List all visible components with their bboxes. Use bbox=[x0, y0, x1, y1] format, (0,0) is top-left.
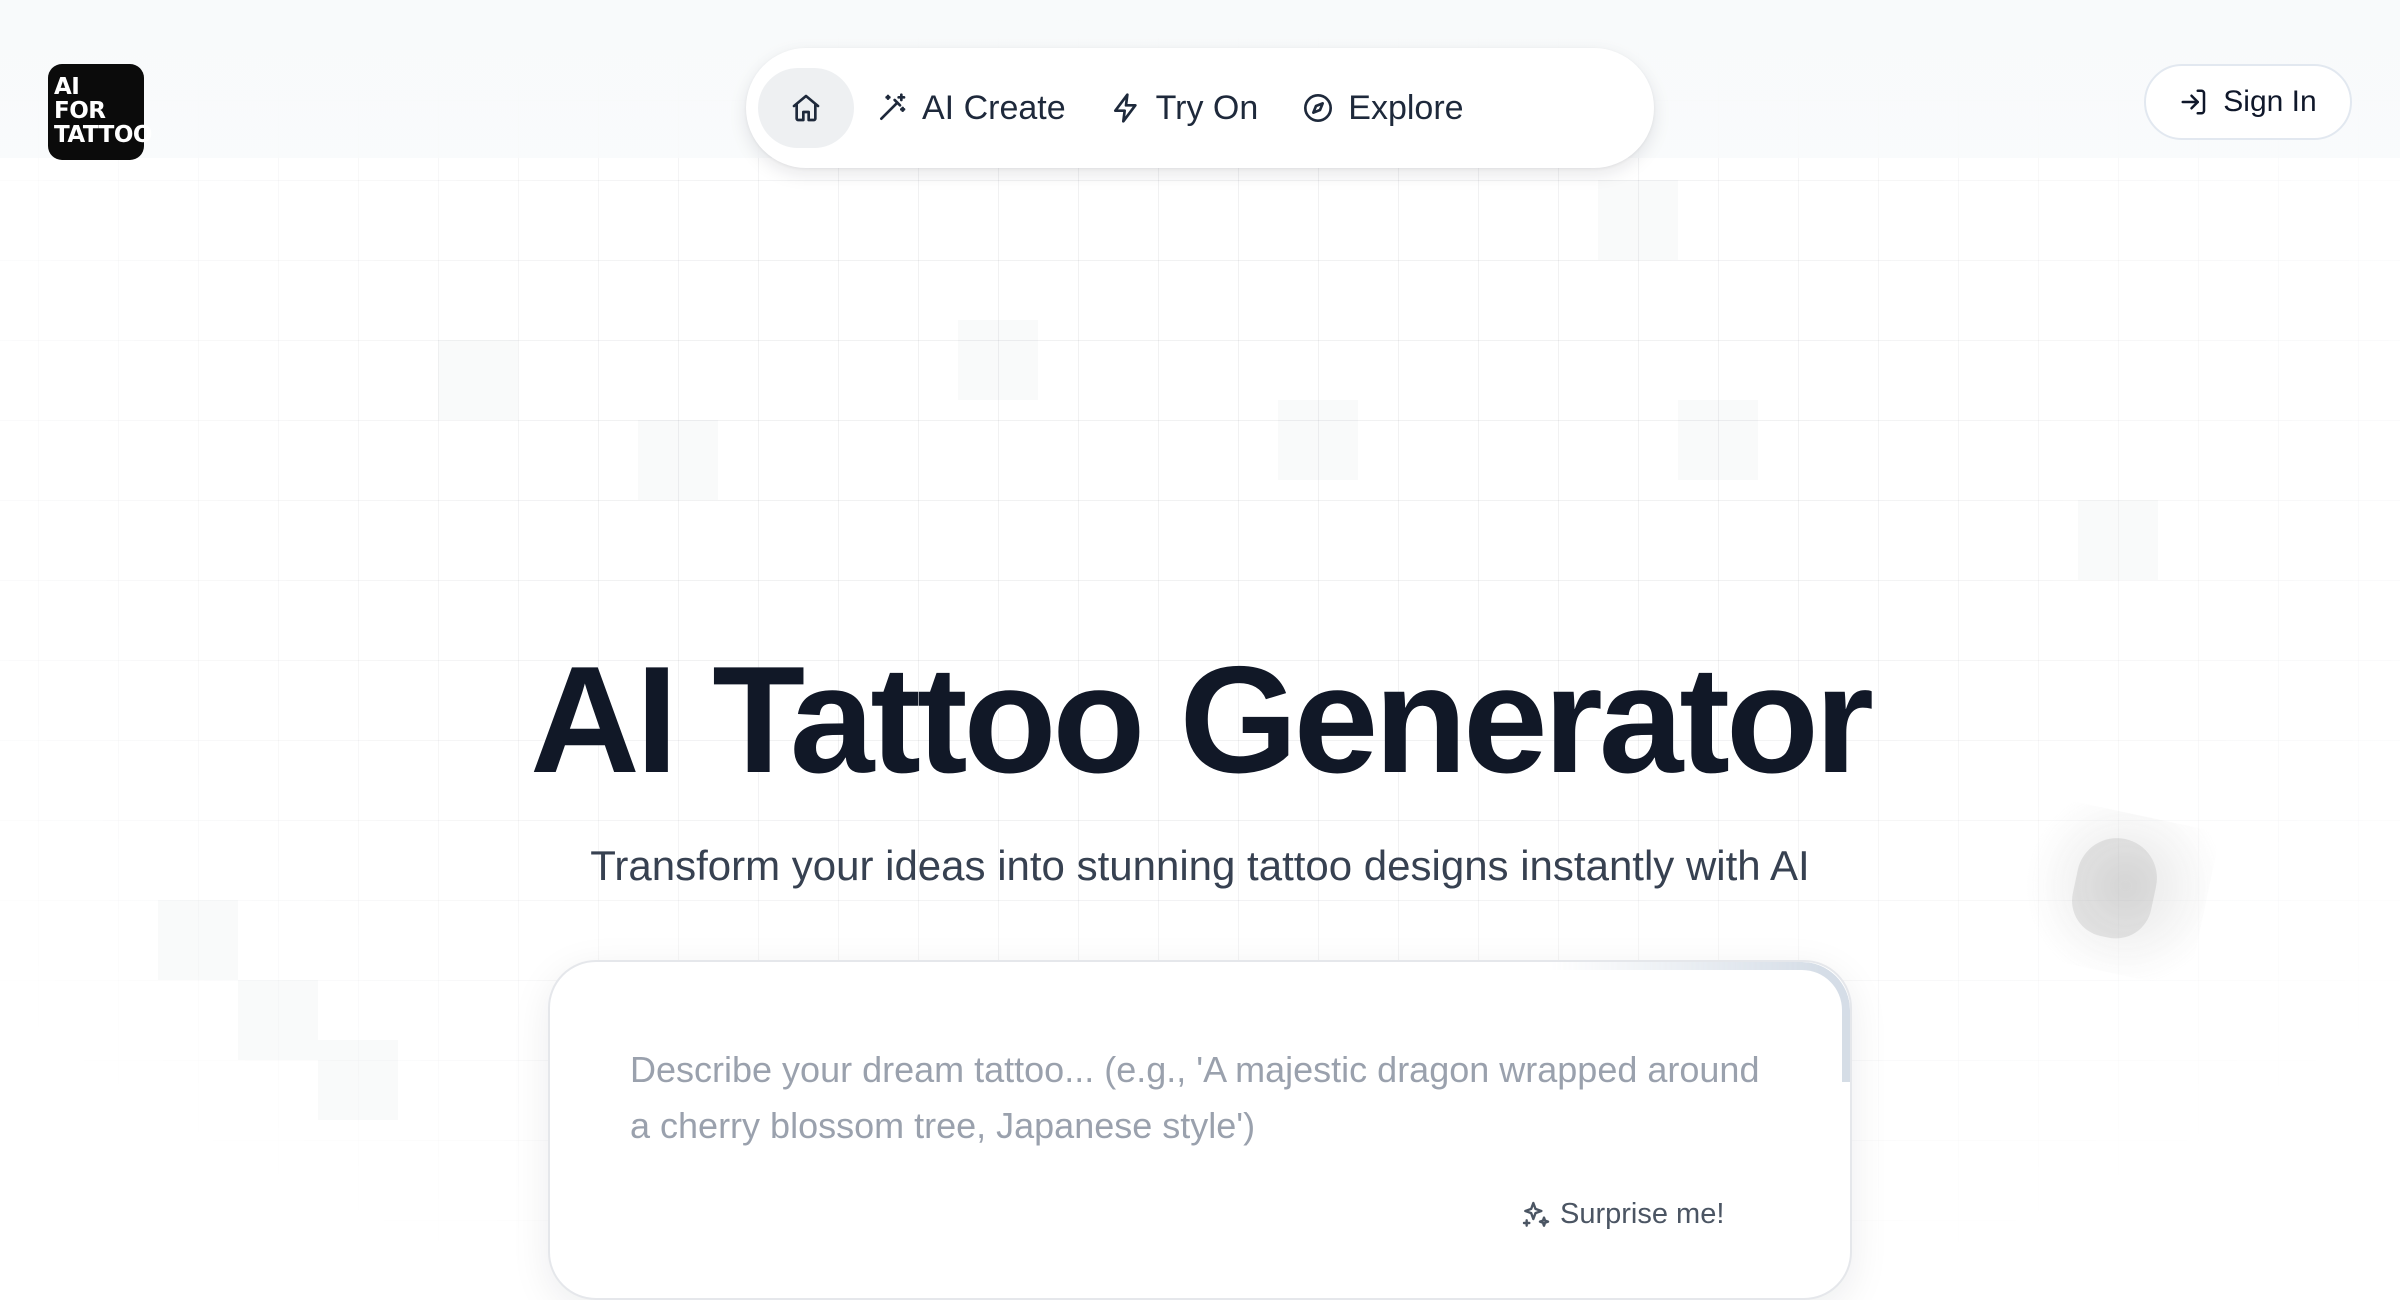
nav-item-explore[interactable]: Explore bbox=[1280, 68, 1485, 148]
logo-line-3: TATTOO bbox=[54, 122, 152, 148]
grid-tile bbox=[2078, 500, 2158, 580]
lightning-icon bbox=[1113, 93, 1137, 123]
magic-wand-icon bbox=[880, 93, 906, 120]
tattoo-description-input[interactable] bbox=[630, 1042, 1770, 1172]
page-title: AI Tattoo Generator bbox=[530, 635, 1874, 805]
grid-tile bbox=[958, 320, 1038, 400]
main-nav: AI Create Try On Explore bbox=[746, 48, 1654, 168]
grid-tile bbox=[1678, 400, 1758, 480]
compass-icon bbox=[1304, 94, 1333, 122]
grid-tile bbox=[1598, 180, 1678, 260]
grid-tile bbox=[318, 1040, 398, 1120]
grid-tile bbox=[638, 420, 718, 500]
page-subtitle: Transform your ideas into stunning tatto… bbox=[590, 842, 1810, 889]
nav-item-label: AI Create bbox=[922, 88, 1066, 127]
grid-tile bbox=[1278, 400, 1358, 480]
site-logo[interactable]: AI FOR TATTOO bbox=[48, 64, 152, 160]
prompt-card bbox=[548, 960, 1852, 1300]
nav-home-button[interactable] bbox=[758, 68, 854, 148]
logo-line-2: FOR bbox=[54, 98, 106, 124]
surprise-me-button[interactable]: Surprise me! bbox=[1520, 1198, 1724, 1231]
log-in-icon bbox=[2181, 89, 2206, 115]
grid-tile bbox=[158, 900, 238, 980]
grid-tile bbox=[438, 340, 518, 420]
sparkles-icon bbox=[1522, 1201, 1550, 1227]
nav-item-try-on[interactable]: Try On bbox=[1088, 68, 1281, 148]
home-icon bbox=[792, 94, 820, 122]
nav-item-label: Explore bbox=[1348, 88, 1464, 127]
nav-item-ai-create[interactable]: AI Create bbox=[854, 68, 1088, 148]
grid-tile bbox=[238, 980, 318, 1060]
sign-in-button[interactable]: Sign In bbox=[2144, 64, 2352, 140]
surprise-me-label: Surprise me! bbox=[1560, 1198, 1725, 1230]
sign-in-label: Sign In bbox=[2223, 85, 2317, 118]
logo-line-1: AI bbox=[54, 74, 80, 100]
nav-item-label: Try On bbox=[1155, 88, 1259, 127]
